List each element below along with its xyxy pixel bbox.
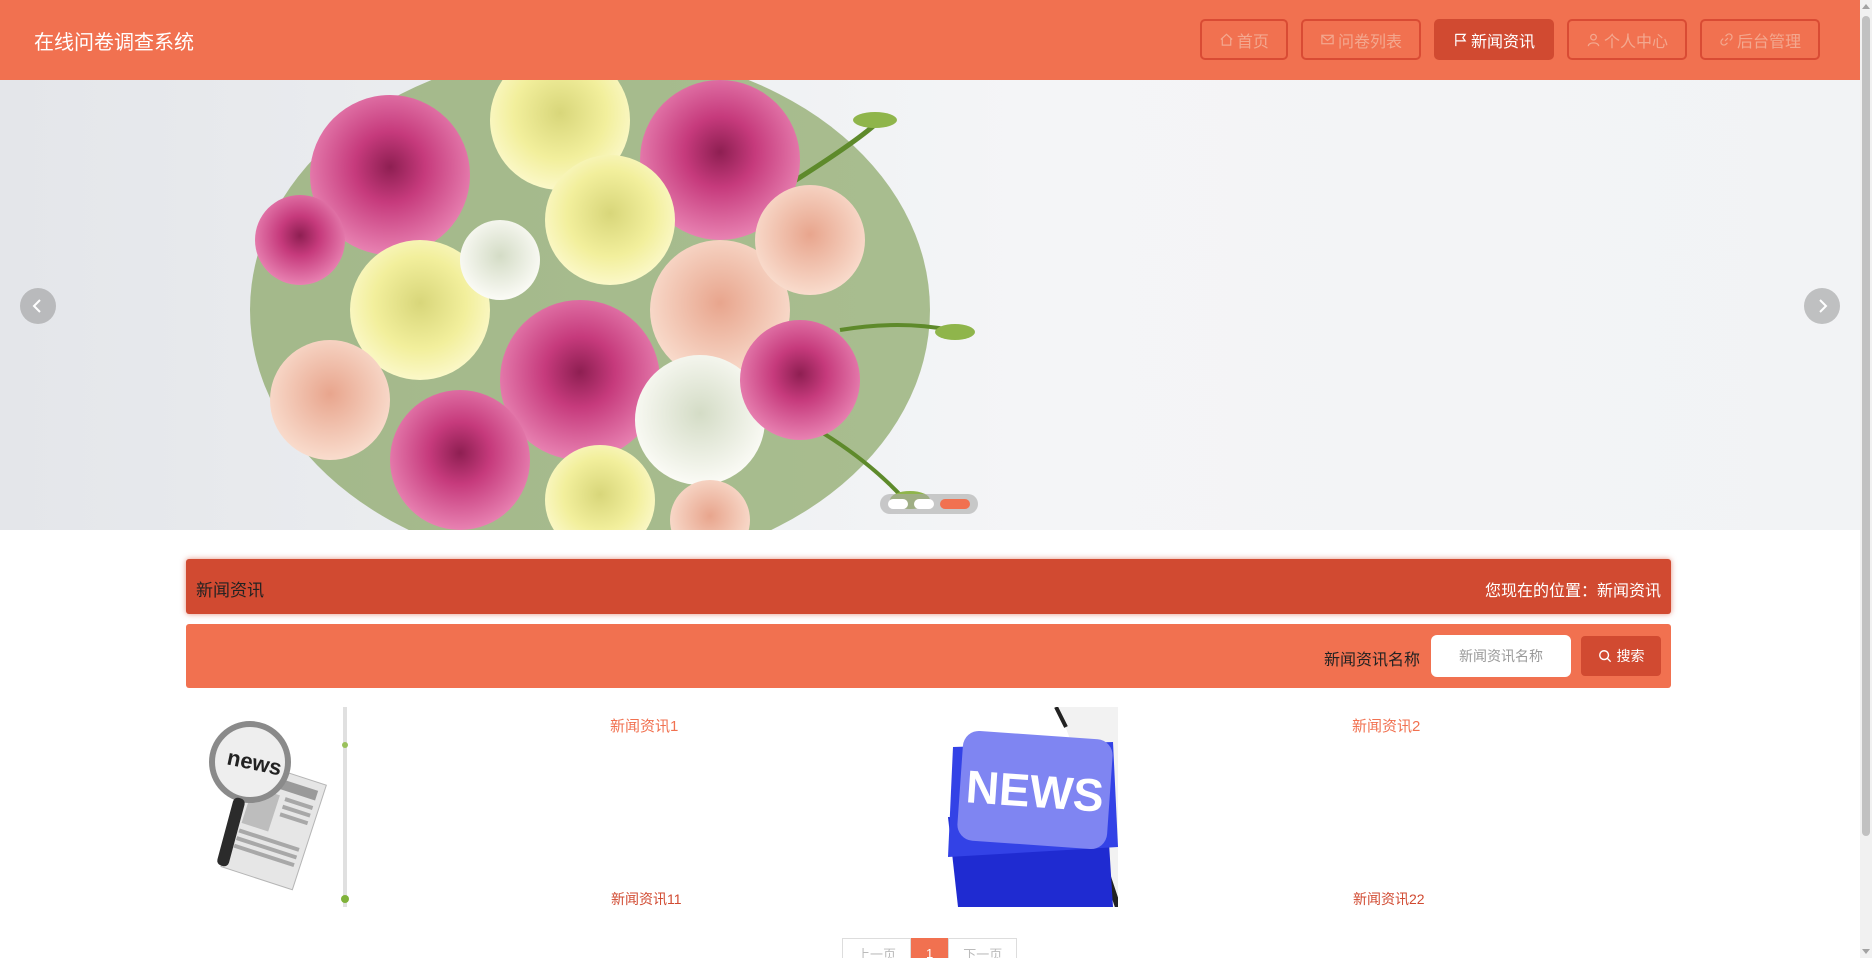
scroll-thumb[interactable]	[1862, 16, 1870, 836]
section-header: 新闻资讯 您现在的位置：新闻资讯	[186, 559, 1671, 614]
nav-home-label: 首页	[1236, 33, 1269, 51]
nav-admin-label: 后台管理	[1736, 33, 1801, 51]
breadcrumb: 您现在的位置：新闻资讯	[1484, 583, 1661, 600]
chevron-right-icon	[1819, 299, 1828, 313]
banner-carousel[interactable]	[0, 80, 1860, 530]
search-button[interactable]: 搜索	[1581, 636, 1661, 676]
vertical-scrollbar[interactable]	[1860, 0, 1872, 958]
user-icon	[1587, 33, 1600, 47]
flag-icon	[1455, 33, 1467, 47]
news-magnifier-image[interactable]: news	[195, 707, 375, 907]
news-title[interactable]: 新闻资讯2	[1352, 715, 1420, 736]
site-title[interactable]: 在线问卷调查系统	[34, 26, 194, 55]
nav-survey-list-label: 问卷列表	[1337, 33, 1402, 51]
search-panel: 新闻资讯名称 搜索	[186, 624, 1671, 688]
search-input[interactable]	[1431, 635, 1571, 677]
top-navbar: 在线问卷调查系统 首页 问卷列表 新闻资讯 个人中心 后台管理	[0, 0, 1860, 80]
main-nav: 首页 问卷列表 新闻资讯 个人中心 后台管理	[1199, 19, 1820, 60]
carousel-prev-button[interactable]	[20, 288, 56, 324]
search-icon	[1598, 650, 1611, 663]
carousel-indicators	[880, 494, 978, 514]
pagination: 上一页 1 下一页	[842, 938, 1018, 958]
chevron-left-icon	[32, 299, 41, 313]
carousel-dot[interactable]	[888, 499, 908, 509]
news-keyboard-key-image[interactable]: NEWS	[948, 707, 1118, 907]
nav-profile-button[interactable]: 个人中心	[1566, 19, 1687, 60]
carousel-dot[interactable]	[914, 499, 934, 509]
section-title: 新闻资讯	[196, 581, 264, 600]
link-icon	[1720, 33, 1733, 46]
prev-page-button[interactable]: 上一页	[842, 938, 912, 958]
home-icon	[1220, 33, 1233, 46]
search-label: 新闻资讯名称	[1324, 652, 1421, 669]
page-number-button[interactable]: 1	[911, 938, 949, 958]
scroll-up-arrow-icon[interactable]	[1862, 4, 1870, 9]
next-page-button[interactable]: 下一页	[948, 938, 1018, 958]
nav-news-button[interactable]: 新闻资讯	[1433, 19, 1554, 60]
mail-icon	[1321, 34, 1334, 45]
news-key-text: NEWS	[964, 760, 1105, 821]
nav-news-label: 新闻资讯	[1470, 33, 1535, 51]
nav-survey-list-button[interactable]: 问卷列表	[1300, 19, 1421, 60]
search-button-label: 搜索	[1616, 648, 1645, 664]
scroll-down-arrow-icon[interactable]	[1862, 949, 1870, 954]
news-subtitle: 新闻资讯22	[1353, 891, 1425, 907]
nav-home-button[interactable]: 首页	[1199, 19, 1288, 60]
news-subtitle: 新闻资讯11	[611, 891, 682, 907]
nav-admin-button[interactable]: 后台管理	[1699, 19, 1820, 60]
carousel-dot-active[interactable]	[940, 499, 970, 509]
carousel-next-button[interactable]	[1804, 288, 1840, 324]
flower-bouquet-image	[250, 80, 975, 530]
news-title[interactable]: 新闻资讯1	[610, 715, 678, 736]
nav-profile-label: 个人中心	[1603, 33, 1668, 51]
